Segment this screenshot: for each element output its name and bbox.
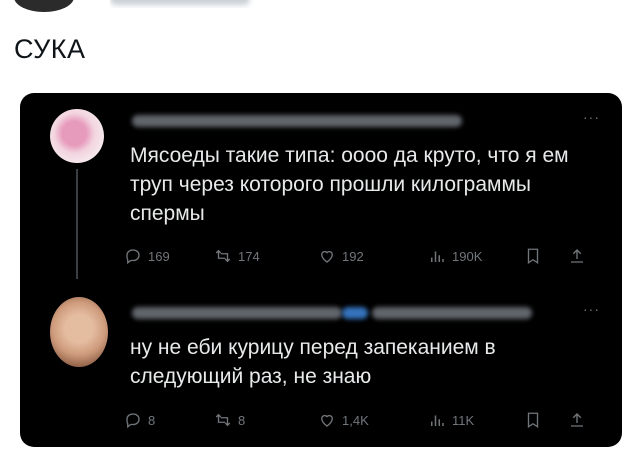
reply-text: ну не еби курицу перед запеканием в след…: [130, 336, 496, 388]
blurred-username: [132, 115, 462, 127]
views-button[interactable]: 11K: [428, 409, 474, 431]
share-button[interactable]: [568, 245, 586, 267]
views-icon: [431, 251, 444, 262]
like-count: 192: [342, 248, 364, 264]
more-icon[interactable]: ···: [583, 301, 600, 317]
author-avatar[interactable]: [14, 0, 74, 12]
share-icon: [571, 413, 583, 427]
reply-icon: [126, 413, 140, 429]
views-count: 190K: [452, 248, 483, 264]
like-icon: [321, 250, 333, 263]
like-count: 1,4K: [342, 412, 369, 428]
bookmark-button[interactable]: [524, 245, 542, 267]
bookmark-icon: [527, 412, 539, 429]
action-bar: 8 8 1,4K 11K: [124, 409, 604, 431]
like-icon: [321, 414, 333, 427]
reply-count: 169: [148, 248, 170, 264]
reply-button[interactable]: 169: [124, 245, 170, 267]
retweet-button[interactable]: 8: [214, 409, 245, 431]
thread-line: [76, 169, 78, 279]
bookmark-button[interactable]: [524, 409, 542, 431]
share-icon: [571, 249, 583, 263]
views-button[interactable]: 190K: [428, 245, 482, 267]
retweet-count: 8: [238, 412, 246, 428]
quoted-screenshot: ··· Мясоеды такие типа: оооо да круто, ч…: [20, 93, 622, 447]
bookmark-icon: [527, 248, 539, 265]
like-button[interactable]: 1,4K: [318, 409, 369, 431]
retweet-icon: [215, 249, 231, 263]
retweet-icon: [215, 413, 231, 427]
retweet-button[interactable]: 174: [214, 245, 260, 267]
blurred-verified-badge: [342, 307, 368, 319]
reply-text: Мясоеды такие типа: оооо да круто, что я…: [130, 144, 569, 225]
like-button[interactable]: 192: [318, 245, 364, 267]
author-handle[interactable]: [110, 0, 260, 8]
views-count: 11K: [452, 412, 475, 428]
views-icon: [431, 415, 444, 426]
share-button[interactable]: [568, 409, 586, 431]
retweet-count: 174: [238, 248, 260, 264]
reply-count: 8: [148, 412, 156, 428]
action-bar: 169 174 192 190K: [124, 245, 604, 267]
tweet-text: СУКА: [14, 34, 86, 64]
blurred-handle: [372, 307, 532, 319]
more-icon[interactable]: ···: [583, 109, 600, 125]
avatar[interactable]: [50, 109, 104, 163]
reply-button[interactable]: 8: [124, 409, 155, 431]
reply-icon: [126, 249, 140, 265]
avatar[interactable]: [50, 297, 108, 367]
blurred-username: [132, 307, 342, 319]
